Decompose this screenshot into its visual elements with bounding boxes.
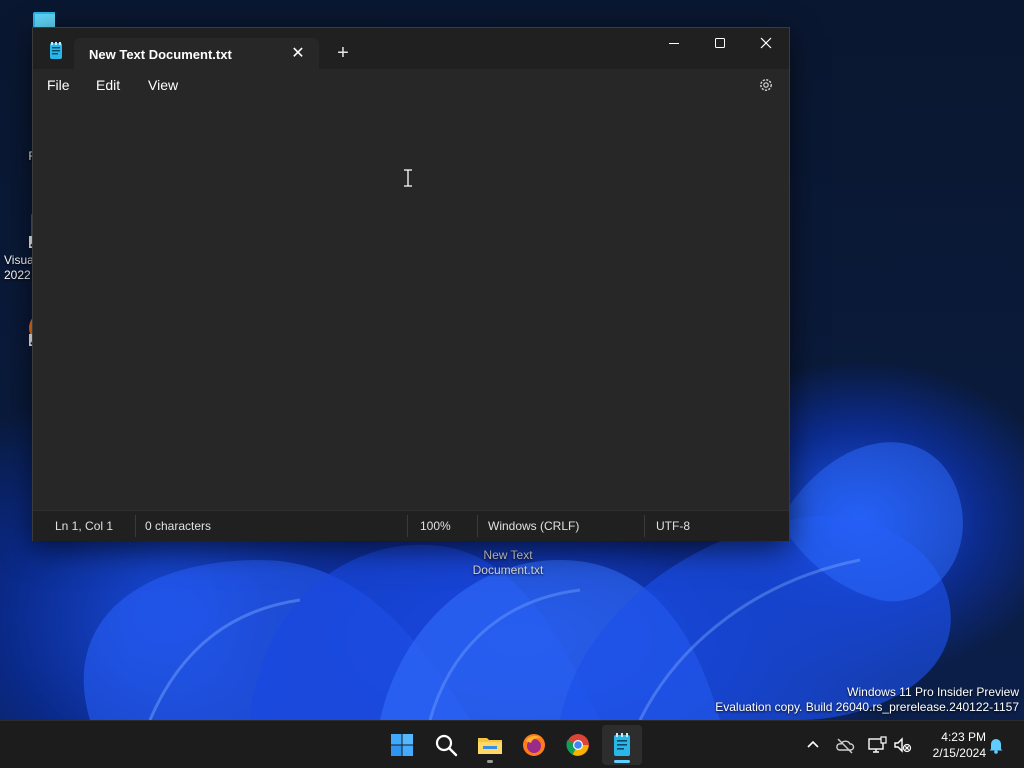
running-indicator: [487, 760, 493, 763]
close-icon: [760, 37, 772, 49]
maximize-button[interactable]: [697, 28, 743, 58]
notepad-app-icon: [47, 42, 65, 60]
close-button[interactable]: [743, 28, 789, 58]
network-button[interactable]: [867, 735, 887, 755]
clock-time: 4:23 PM: [941, 730, 986, 744]
desktop-file-label-line1: New Text: [483, 548, 533, 562]
menu-view[interactable]: View: [148, 77, 178, 93]
minimize-button[interactable]: [651, 28, 697, 58]
maximize-icon: [715, 38, 725, 48]
show-hidden-icons-button[interactable]: [803, 735, 823, 755]
status-line-ending[interactable]: Windows (CRLF): [488, 511, 579, 541]
taskbar-firefox[interactable]: [514, 725, 554, 765]
minimize-icon: [669, 43, 679, 44]
status-position: Ln 1, Col 1: [55, 519, 114, 533]
desktop-file-label-line2: Document.txt: [472, 563, 544, 577]
windows-watermark: Windows 11 Pro Insider Preview Evaluatio…: [715, 685, 1019, 715]
menu-file[interactable]: File: [47, 77, 70, 93]
start-icon: [391, 734, 413, 756]
volume-button[interactable]: [892, 735, 912, 755]
title-bar[interactable]: New Text Document.txt ✕ +: [33, 28, 789, 69]
status-divider: [135, 515, 136, 537]
status-bar: Ln 1, Col 1 0 characters 100% Windows (C…: [33, 510, 789, 541]
gear-icon: [760, 79, 772, 91]
active-indicator: [614, 760, 630, 763]
tab-new-text-document[interactable]: New Text Document.txt ✕: [74, 38, 319, 69]
chevron-up-icon: [807, 740, 819, 748]
status-divider: [477, 515, 478, 537]
taskbar: 4:23 PM 2/15/2024: [0, 720, 1024, 768]
taskbar-file-explorer[interactable]: [470, 725, 510, 765]
status-divider: [644, 515, 645, 537]
notepad-window[interactable]: New Text Document.txt ✕ + File Edit View…: [32, 27, 790, 541]
text-cursor-icon: [403, 169, 413, 192]
watermark-line2: Evaluation copy. Build 26040.rs_prerelea…: [715, 700, 1019, 714]
menu-edit[interactable]: Edit: [96, 77, 120, 93]
watermark-line1: Windows 11 Pro Insider Preview: [847, 685, 1019, 699]
chrome-icon: [566, 734, 589, 756]
new-tab-button[interactable]: +: [331, 41, 355, 65]
onedrive-offline-icon: [836, 738, 855, 754]
status-zoom[interactable]: 100%: [420, 511, 451, 541]
notepad-icon: [614, 733, 630, 756]
tab-title: New Text Document.txt: [89, 47, 232, 62]
volume-muted-icon: [894, 737, 912, 753]
tab-close-button[interactable]: ✕: [288, 44, 308, 64]
status-encoding[interactable]: UTF-8: [656, 511, 690, 541]
start-button[interactable]: [382, 725, 422, 765]
status-character-count: 0 characters: [145, 519, 212, 533]
search-button[interactable]: [426, 725, 466, 765]
search-icon: [435, 734, 458, 757]
taskbar-chrome[interactable]: [558, 725, 598, 765]
file-explorer-icon: [478, 738, 502, 754]
taskbar-notepad[interactable]: [602, 725, 642, 765]
clock-date: 2/15/2024: [932, 746, 986, 760]
network-icon: [868, 736, 887, 753]
onedrive-button[interactable]: [835, 735, 855, 755]
firefox-icon: [523, 734, 545, 756]
desktop-file-new-text-document[interactable]: New Text Document.txt: [460, 548, 556, 578]
text-editor-area[interactable]: [33, 102, 789, 510]
clock[interactable]: 4:23 PM 2/15/2024: [916, 729, 986, 761]
settings-button[interactable]: [757, 76, 775, 94]
notifications-button[interactable]: [986, 735, 1006, 755]
bell-icon: [989, 739, 1003, 754]
menu-bar: File Edit View: [33, 69, 789, 102]
status-divider: [407, 515, 408, 537]
